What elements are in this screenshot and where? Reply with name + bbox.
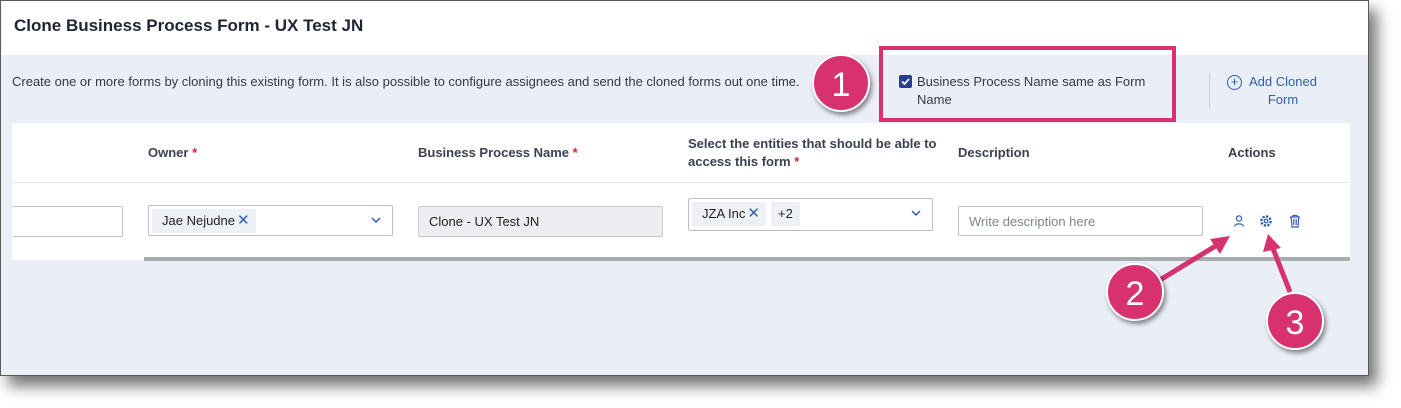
intro-text: Create one or more forms by cloning this… <box>12 74 800 89</box>
header-entities: Select the entities that should be able … <box>688 135 938 171</box>
header-process-name-label: Business Process Name <box>418 145 570 160</box>
required-marker: * <box>572 145 578 160</box>
header-owner-label: Owner <box>148 145 189 160</box>
dialog-title: Clone Business Process Form - UX Test JN <box>14 16 364 35</box>
header-owner: Owner * <box>148 144 197 162</box>
chevron-down-icon[interactable] <box>370 214 382 226</box>
description-placeholder: Write description here <box>969 214 1096 229</box>
header-process-name: Business Process Name * <box>418 144 578 162</box>
required-marker: * <box>794 154 800 169</box>
add-cloned-form-button[interactable]: + Add Cloned Form <box>1227 73 1337 109</box>
close-icon[interactable]: ✕ <box>237 212 250 229</box>
annotation-badge-2: 2 <box>1106 263 1164 321</box>
form-name-input[interactable] <box>12 206 123 237</box>
owner-select[interactable]: Jae Nejudne ✕ <box>148 205 393 236</box>
entity-chip-label: JZA Inc <box>702 206 746 221</box>
header-entities-label: Select the entities that should be able … <box>688 136 937 169</box>
owner-chip-label: Jae Nejudne <box>162 213 235 228</box>
table-header: Owner * Business Process Name * Select t… <box>12 123 1350 183</box>
required-marker: * <box>192 145 198 160</box>
chevron-down-icon[interactable] <box>910 207 922 219</box>
divider <box>1209 73 1210 109</box>
process-name-value: Clone - UX Test JN <box>429 214 540 229</box>
clone-dialog: Clone Business Process Form - UX Test JN… <box>0 0 1369 376</box>
add-circle-icon: + <box>1227 75 1242 90</box>
header-actions: Actions <box>1228 145 1276 160</box>
owner-chip: Jae Nejudne ✕ <box>152 209 256 233</box>
header-description: Description <box>958 145 1030 160</box>
annotation-badge-3: 3 <box>1266 292 1324 350</box>
annotation-badge-1: 1 <box>812 54 870 112</box>
close-icon[interactable]: ✕ <box>747 205 760 222</box>
annotation-highlight-box <box>879 46 1176 122</box>
entities-select[interactable]: JZA Inc ✕ +2 <box>688 198 933 231</box>
entity-chip: JZA Inc ✕ <box>692 202 766 226</box>
entities-more-badge: +2 <box>771 202 800 226</box>
process-name-input: Clone - UX Test JN <box>418 206 663 237</box>
